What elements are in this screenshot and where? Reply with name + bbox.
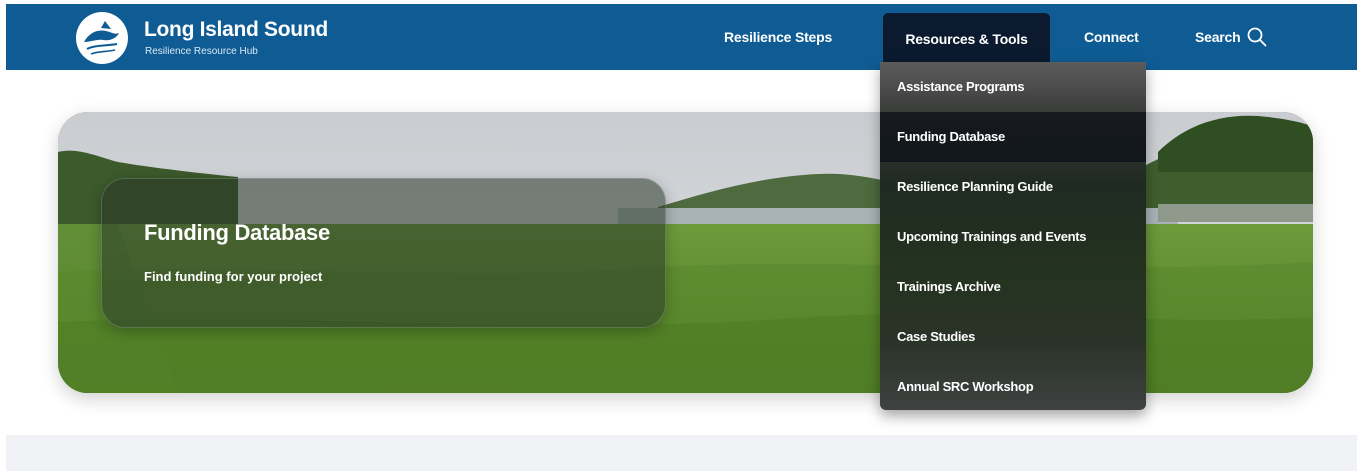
nav-search[interactable]: Search [1195,4,1267,70]
menu-item-case-studies[interactable]: Case Studies [880,312,1146,362]
menu-item-funding-database[interactable]: Funding Database [880,112,1146,162]
menu-item-resilience-planning-guide[interactable]: Resilience Planning Guide [880,162,1146,212]
nav-resilience-steps[interactable]: Resilience Steps [724,4,832,70]
hero-card: Funding Database Find funding for your p… [101,178,666,328]
menu-item-annual-src-workshop[interactable]: Annual SRC Workshop [880,362,1146,410]
menu-item-trainings-archive[interactable]: Trainings Archive [880,262,1146,312]
brand-title[interactable]: Long Island Sound [144,18,328,42]
nav-resources-tools[interactable]: Resources & Tools [883,13,1050,65]
search-icon [1247,27,1266,47]
site-header: Long Island Sound Resilience Resource Hu… [6,4,1357,70]
brand-subtitle: Resilience Resource Hub [145,46,258,57]
menu-item-upcoming-trainings-events[interactable]: Upcoming Trainings and Events [880,212,1146,262]
resources-dropdown-menu: Assistance Programs Funding Database Res… [880,62,1146,410]
nav-connect[interactable]: Connect [1084,4,1139,70]
menu-item-assistance-programs[interactable]: Assistance Programs [880,62,1146,112]
hero-subtitle: Find funding for your project [144,269,323,284]
footer-band [6,435,1357,471]
nav-search-label: Search [1195,29,1241,45]
hero-title: Funding Database [144,220,330,245]
logo-icon[interactable] [75,11,129,65]
